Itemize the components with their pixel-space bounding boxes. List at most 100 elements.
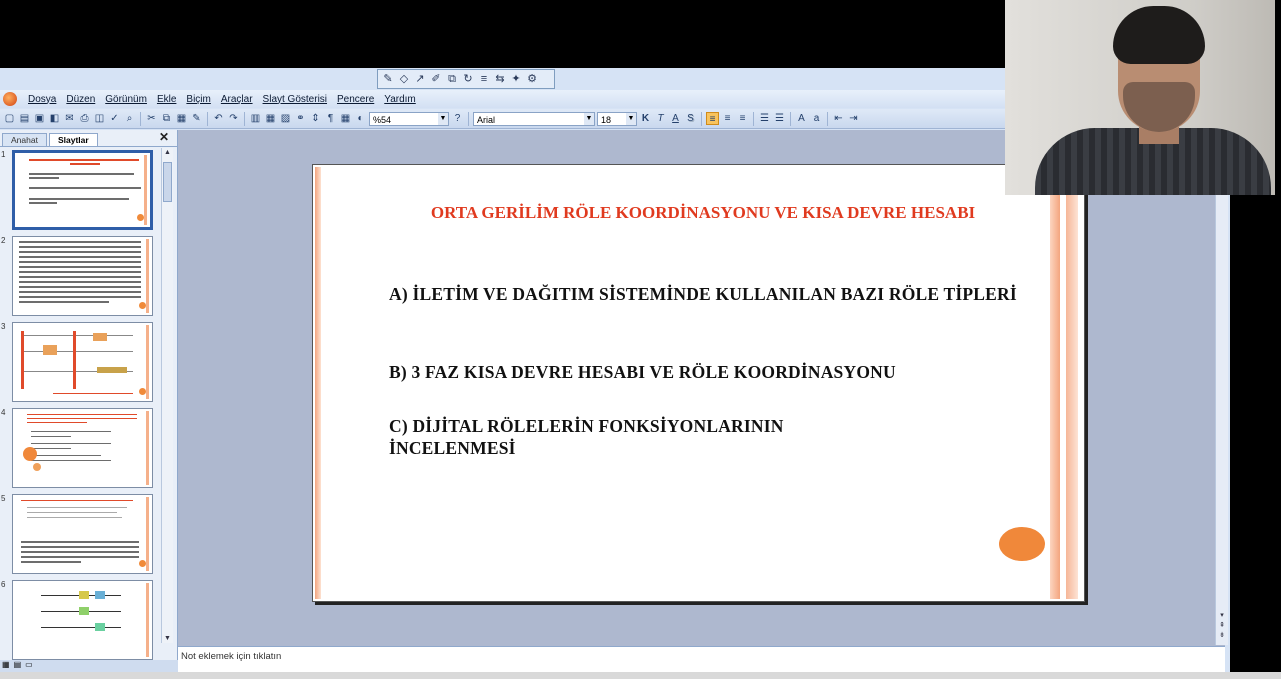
slide-preview[interactable] bbox=[12, 150, 153, 230]
slide-preview[interactable] bbox=[12, 236, 153, 316]
increase-indent-icon[interactable]: ⇥ bbox=[847, 112, 860, 125]
chevron-down-icon[interactable]: ▾ bbox=[1216, 611, 1228, 619]
print-icon[interactable]: ⎙ bbox=[78, 112, 91, 125]
show-formatting-icon[interactable]: ¶ bbox=[324, 112, 337, 125]
menu-yardim[interactable]: Yardım bbox=[379, 94, 421, 105]
numbering-icon[interactable]: ☰ bbox=[758, 112, 771, 125]
italic-button[interactable]: T bbox=[654, 112, 667, 125]
insert-chart-icon[interactable]: ▥ bbox=[249, 112, 262, 125]
slide-scrollbar[interactable]: ▾ ⇞ ⇟ bbox=[1215, 130, 1228, 645]
insert-table-icon[interactable]: ▦ bbox=[264, 112, 277, 125]
align-center-icon[interactable]: ≡ bbox=[721, 112, 734, 125]
align-left-icon[interactable]: ≡ bbox=[706, 112, 719, 125]
effects-tool-icon[interactable]: ✦ bbox=[509, 72, 523, 86]
group-tool-icon[interactable]: ⧉ bbox=[445, 72, 459, 86]
color-grayscale-icon[interactable]: ◐ bbox=[354, 112, 367, 125]
thumb-text-line bbox=[31, 443, 111, 444]
notes-pane[interactable]: Not eklemek için tıklatın bbox=[178, 646, 1225, 672]
chevron-down-icon[interactable]: ▼ bbox=[438, 112, 448, 125]
menu-duzen[interactable]: Düzen bbox=[61, 94, 100, 105]
bullets-icon[interactable]: ☰ bbox=[773, 112, 786, 125]
insert-picture-icon[interactable]: ▨ bbox=[279, 112, 292, 125]
slide-preview[interactable] bbox=[12, 322, 153, 402]
close-icon[interactable]: ✕ bbox=[159, 130, 169, 144]
bold-button[interactable]: K bbox=[639, 112, 652, 125]
save-icon[interactable]: ▣ bbox=[33, 112, 46, 125]
slide-thumbnail-1[interactable]: 1 bbox=[0, 150, 160, 234]
hyperlink-icon[interactable]: ⚭ bbox=[294, 112, 307, 125]
decrease-font-icon[interactable]: a bbox=[810, 112, 823, 125]
slide-thumbnail-2[interactable]: 2 bbox=[0, 236, 160, 320]
slide-sorter-icon[interactable]: ▤ bbox=[14, 660, 22, 672]
menu-gorunum[interactable]: Görünüm bbox=[100, 94, 152, 105]
thumbnails-scrollbar[interactable]: ▲ ▼ bbox=[161, 148, 173, 643]
draw-tool-icon[interactable]: ✎ bbox=[381, 72, 395, 86]
connector-tool-icon[interactable]: ↗ bbox=[413, 72, 427, 86]
slide-title[interactable]: ORTA GERİLİM RÖLE KOORDİNASYONU VE KISA … bbox=[383, 201, 1023, 225]
slide-bullet-b[interactable]: B) 3 FAZ KISA DEVRE HESABI VE RÖLE KOORD… bbox=[389, 361, 1039, 383]
shape-tool-icon[interactable]: ◇ bbox=[397, 72, 411, 86]
slide-thumbnail-4[interactable]: 4 bbox=[0, 408, 160, 492]
arrange-tool-icon[interactable]: ⇆ bbox=[493, 72, 507, 86]
menu-dosya[interactable]: Dosya bbox=[23, 94, 61, 105]
align-right-icon[interactable]: ≡ bbox=[736, 112, 749, 125]
grid-icon[interactable]: ▦ bbox=[339, 112, 352, 125]
expand-all-icon[interactable]: ⇕ bbox=[309, 112, 322, 125]
slide-preview[interactable] bbox=[12, 408, 153, 488]
next-slide-icon[interactable]: ⇟ bbox=[1216, 631, 1228, 639]
slide-bullet-c[interactable]: C) DİJİTAL RÖLELERİN FONKSİYONLARININ İN… bbox=[389, 415, 909, 459]
menu-bicim[interactable]: Biçim bbox=[181, 94, 215, 105]
undo-icon[interactable]: ↶ bbox=[212, 112, 225, 125]
open-folder-icon[interactable]: ▤ bbox=[18, 112, 31, 125]
thumb-text-line bbox=[19, 256, 141, 258]
email-icon[interactable]: ✉ bbox=[63, 112, 76, 125]
menu-pencere[interactable]: Pencere bbox=[332, 94, 379, 105]
format-painter-icon[interactable]: ✎ bbox=[190, 112, 203, 125]
slide-bullet-a[interactable]: A) İLETİM VE DAĞITIM SİSTEMİNDE KULLANIL… bbox=[389, 283, 1029, 305]
rotate-tool-icon[interactable]: ↻ bbox=[461, 72, 475, 86]
tab-slaytlar[interactable]: Slaytlar bbox=[48, 133, 98, 146]
format-tool-icon[interactable]: ✐ bbox=[429, 72, 443, 86]
current-slide[interactable]: ORTA GERİLİM RÖLE KOORDİNASYONU VE KISA … bbox=[312, 164, 1085, 602]
slideshow-icon[interactable]: ▭ bbox=[25, 660, 33, 672]
taskbar bbox=[0, 672, 1281, 679]
redo-icon[interactable]: ↷ bbox=[227, 112, 240, 125]
cut-icon[interactable]: ✂ bbox=[145, 112, 158, 125]
align-tool-icon[interactable]: ≡ bbox=[477, 72, 491, 86]
menu-ekle[interactable]: Ekle bbox=[152, 94, 181, 105]
copy-icon[interactable]: ⧉ bbox=[160, 112, 173, 125]
slide-thumbnail-3[interactable]: 3 bbox=[0, 322, 160, 406]
font-size-select[interactable]: 18 ▼ bbox=[597, 111, 637, 126]
font-select[interactable]: Arial ▼ bbox=[473, 111, 595, 126]
research-icon[interactable]: ⌕ bbox=[123, 112, 136, 125]
normal-view-icon[interactable]: ▦ bbox=[2, 660, 10, 672]
scrollbar-thumb[interactable] bbox=[163, 162, 172, 202]
help-icon[interactable]: ? bbox=[451, 112, 464, 125]
thumb-title-line bbox=[27, 418, 137, 419]
paste-icon[interactable]: ▦ bbox=[175, 112, 188, 125]
slide-preview[interactable] bbox=[12, 580, 153, 660]
scroll-down-icon[interactable]: ▼ bbox=[162, 635, 173, 642]
permission-icon[interactable]: ◧ bbox=[48, 112, 61, 125]
chevron-down-icon[interactable]: ▼ bbox=[584, 112, 594, 125]
scroll-up-icon[interactable]: ▲ bbox=[162, 149, 173, 156]
new-file-icon[interactable]: ▢ bbox=[3, 112, 16, 125]
chevron-down-icon[interactable]: ▼ bbox=[626, 112, 636, 125]
drawing-floating-toolbar[interactable]: ✎ ◇ ↗ ✐ ⧉ ↻ ≡ ⇆ ✦ ⚙ bbox=[377, 69, 555, 89]
underline-button[interactable]: A bbox=[669, 112, 682, 125]
app-logo-icon[interactable] bbox=[3, 92, 17, 106]
slide-thumbnail-6[interactable]: 6 bbox=[0, 580, 160, 664]
menu-araclar[interactable]: Araçlar bbox=[216, 94, 258, 105]
decrease-indent-icon[interactable]: ⇤ bbox=[832, 112, 845, 125]
previous-slide-icon[interactable]: ⇞ bbox=[1216, 621, 1228, 629]
spelling-icon[interactable]: ✓ bbox=[108, 112, 121, 125]
menu-slayt-gosterisi[interactable]: Slayt Gösterisi bbox=[258, 94, 332, 105]
shadow-button[interactable]: S bbox=[684, 112, 697, 125]
options-tool-icon[interactable]: ⚙ bbox=[525, 72, 539, 86]
increase-font-icon[interactable]: A bbox=[795, 112, 808, 125]
print-preview-icon[interactable]: ◫ bbox=[93, 112, 106, 125]
slide-preview[interactable] bbox=[12, 494, 153, 574]
tab-anahat[interactable]: Anahat bbox=[2, 133, 47, 146]
zoom-select[interactable]: %54 ▼ bbox=[369, 111, 449, 126]
slide-thumbnail-5[interactable]: 5 bbox=[0, 494, 160, 578]
